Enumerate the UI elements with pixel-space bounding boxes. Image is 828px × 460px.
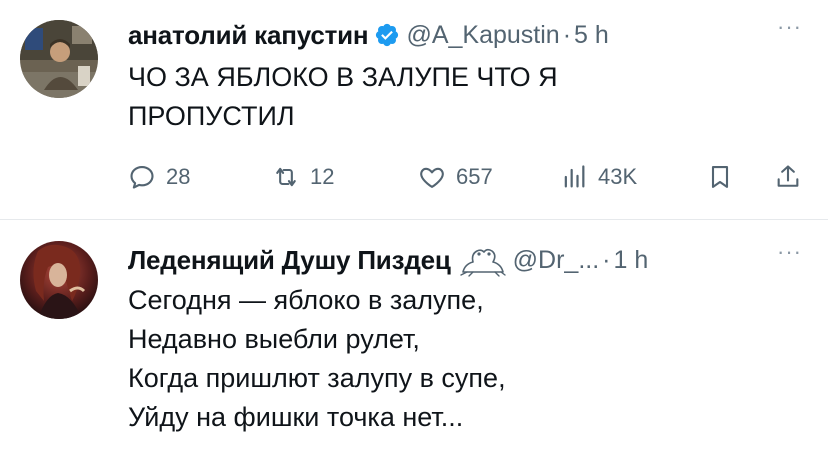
timestamp[interactable]: 5 h [574,21,609,50]
author-handle[interactable]: @A_Kapustin [406,21,559,50]
share-button[interactable] [774,160,812,194]
separator-dot: · [562,20,572,49]
views-button[interactable]: 43K [560,160,637,194]
reply-icon [130,166,154,189]
like-count: 657 [456,164,493,189]
tweet-text: ЧО ЗА ЯБЛОКО В ЗАЛУПЕ ЧТО Я ПРОПУСТИЛ [128,58,798,136]
tweet-text-line: ЧО ЗА ЯБЛОКО В ЗАЛУПЕ ЧТО Я [128,62,558,92]
author-handle[interactable]: @Dr_... [513,246,600,275]
retweet-icon [276,167,296,187]
avatar-artwork-icon [20,241,98,319]
like-button[interactable]: 657 [418,160,493,194]
reply-button[interactable]: 28 [128,160,190,194]
tweet-text-line: Уйду на фишки точка нет... [128,402,464,432]
more-options-button[interactable]: ··· [777,239,802,265]
tweet-text-line: Недавно выебли рулет, [128,324,420,354]
like-icon [420,167,444,188]
tweet-header: Леденящий Душу Пиздец @Dr_... · 1 h ··· [128,239,808,277]
avatar[interactable] [20,241,98,319]
views-count: 43K [598,164,638,189]
views-icon [564,165,585,188]
reply-count: 28 [166,164,191,189]
avatar-photo-icon [20,20,98,98]
separator-dot: · [602,245,611,274]
tweet-text: Сегодня — яблоко в залупе, Недавно выебл… [128,281,798,437]
more-options-button[interactable]: ··· [777,14,802,40]
tweet-divider [0,219,828,220]
avatar[interactable] [20,20,98,98]
verified-badge-icon [376,23,399,47]
tweet-1[interactable]: анатолий капустин @A_Kapustin · 5 h ··· … [0,0,828,220]
bookmark-icon [711,166,729,188]
retweet-count: 12 [310,164,335,189]
share-icon [777,165,799,187]
author-name[interactable]: анатолий капустин [128,20,369,51]
tweet-text-line: Когда пришлют залупу в супе, [128,363,506,393]
author-name[interactable]: Леденящий Душу Пиздец [128,245,451,276]
timestamp[interactable]: 1 h [614,246,649,275]
action-bar: 28 12 657 43K [128,160,808,194]
tweet-text-line: Сегодня — яблоко в залупе, [128,285,484,315]
tweet-2[interactable]: Леденящий Душу Пиздец @Dr_... · 1 h ··· … [0,221,828,460]
frog-emoji-icon [459,248,506,277]
tweet-header: анатолий капустин @A_Kapustin · 5 h ··· [128,14,808,52]
bookmark-button[interactable] [706,160,744,194]
retweet-button[interactable]: 12 [272,160,334,194]
tweet-text-line: ПРОПУСТИЛ [128,101,295,131]
